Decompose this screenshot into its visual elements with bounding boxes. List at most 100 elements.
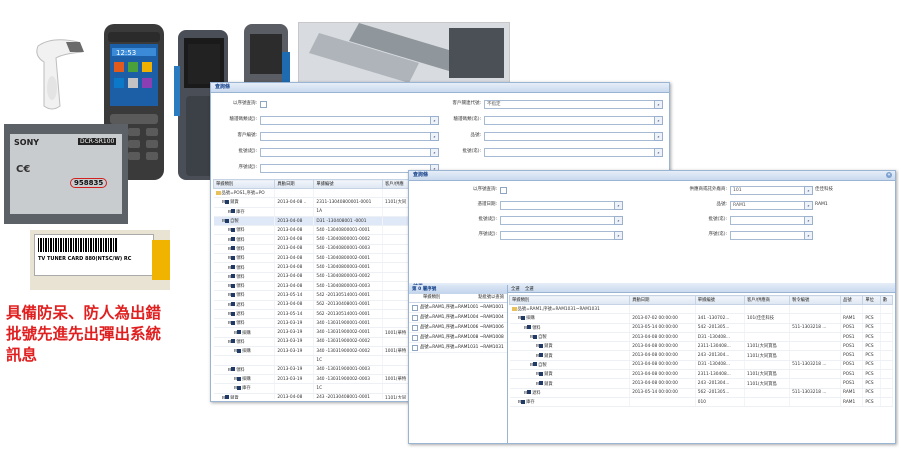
serial-range-label: 品號=RAM1,序號=RAM1001 ~RAM1001 [420, 305, 504, 310]
select-all-tab[interactable]: 全選 [511, 287, 520, 292]
table-row[interactable]: ⊟ 退料 2013-04-08 562 -20130408001-0001 [213, 300, 413, 310]
table-row[interactable]: ⊟ 採購 2013-03-19 340 -13031900002-0002 1001(華… [213, 346, 413, 357]
column-header[interactable]: 異動日期 [274, 179, 315, 189]
tree-node-label: 品號=RAM1,序號=RAM1031~RAM1031 [517, 307, 600, 313]
list-item[interactable]: 品號=RAM1,序號=RAM1006 ~RAM1006 [409, 323, 507, 333]
lookup-icon[interactable]: ⌕ [614, 216, 623, 225]
column-header[interactable]: 單據類別 [509, 295, 631, 305]
form-input[interactable]: 101 [730, 186, 806, 195]
row-checkbox[interactable] [412, 325, 418, 331]
serial-range-label: 品號=RAM1,序號=RAM1006 ~RAM1006 [420, 325, 504, 330]
form-input[interactable]: RAM1 [730, 201, 806, 210]
tree-node-label: 銷貨 [544, 353, 553, 359]
cell-item: POS1 [840, 350, 864, 361]
table-row[interactable]: ⊟ 銷貨 2013-04-08 243 -20130408001-0001 1101(大… [213, 393, 413, 399]
form-input[interactable] [484, 132, 656, 141]
form-input[interactable] [484, 148, 656, 157]
list-item[interactable]: 品號=RAM1,序號=RAM1004 ~RAM1004 [409, 313, 507, 323]
table-row[interactable]: ⊟ 領料 2013-04-08 540 -13040800003-0002 [213, 272, 413, 282]
list-item[interactable]: 品號=RAM1,序號=RAM1031 ~RAM1031 [409, 343, 507, 353]
column-header[interactable]: 單據編號 [313, 179, 383, 189]
row-checkbox[interactable] [412, 305, 418, 311]
document-icon [237, 348, 242, 353]
table-row[interactable]: ⊟ 領料 2013-05-14 542 -20130514001-0001 [213, 290, 413, 301]
list-item[interactable]: 品號=RAM1,序號=RAM1001 ~RAM1001 [409, 303, 507, 313]
lookup-icon[interactable]: ⌕ [804, 231, 813, 240]
table-row[interactable]: ⊟ 領料 2013-04-08 540 -13040800003-0001 [213, 262, 413, 273]
table-row[interactable]: 品號=RAM1,序號=RAM1031~RAM1031 [509, 304, 893, 315]
serial-query-checkbox[interactable] [260, 101, 267, 108]
list-item[interactable]: 品號=RAM1,序號=RAM1008 ~RAM1008 [409, 333, 507, 343]
row-checkbox[interactable] [412, 345, 418, 351]
document-icon [231, 265, 236, 270]
table-row[interactable]: ⊟ 領料 2013-04-08 540 -13040800001-0003 [213, 244, 413, 255]
table-row[interactable]: ⊟ 銷貨 2013-04-08 00:00:00 2311-130408... 1101… [509, 341, 893, 352]
document-icon [231, 311, 236, 316]
lookup-icon[interactable]: ⌕ [654, 116, 663, 125]
cell-unit: PCS [862, 332, 881, 343]
table-row[interactable]: 品號=POS1,序號=PO [213, 188, 413, 199]
lookup-icon[interactable]: ⌕ [654, 132, 663, 141]
form-input[interactable] [500, 201, 616, 210]
column-header[interactable]: 異動日期 [629, 295, 696, 305]
table-row[interactable]: ⊟ 領料 2013-04-08 540 -13040800001-0002 [213, 234, 413, 245]
column-header[interactable]: 單據類別 [213, 179, 276, 189]
table-row[interactable]: ⊟ 銷貨 2013-04-08 00:00:00 2311-130408... 1101… [509, 369, 893, 380]
form-input[interactable] [260, 164, 432, 173]
form-input[interactable] [500, 231, 616, 240]
table-row[interactable]: ⊟ 領料 2013-04-08 540 -13040800002-0001 [213, 253, 413, 264]
form-input[interactable] [260, 148, 432, 157]
table-row[interactable]: ⊟ 自製 2013-04-08 00:00:00 D31 -130408... 511-… [509, 360, 893, 371]
column-header[interactable]: 數 [879, 295, 893, 305]
form-input[interactable] [484, 116, 656, 125]
table-row[interactable]: ⊟ 領料 2013-05-14 00:00:00 542 -201305... 511-… [509, 323, 893, 333]
table-row[interactable]: ⊟ 採購 2013-03-19 340 -13031900002-0001 1001(華… [213, 327, 413, 338]
table-row[interactable]: ⊟ 庫存 010 RAM1 PCS [509, 397, 893, 408]
lookup-icon[interactable]: ⌕ [654, 100, 663, 109]
table-row[interactable]: ⊟ 領料 2013-04-08 540 -13040800003-0003 [213, 281, 413, 292]
row-checkbox[interactable] [412, 315, 418, 321]
table-row[interactable]: ⊟ 庫存 1A [213, 207, 413, 217]
collapse-icon[interactable]: « [886, 172, 892, 178]
serial-query-checkbox[interactable] [500, 187, 507, 194]
table-row[interactable]: ⊟ 庫存 1C [213, 383, 413, 394]
table-row[interactable]: ⊟ 領料 2013-03-19 340 -13031900002-0002 [213, 337, 413, 348]
lookup-icon[interactable]: ⌕ [804, 186, 813, 195]
table-row[interactable]: ⊟ 採購 2013-07-02 00:00:00 341 -130702... 101(… [509, 313, 893, 324]
table-row[interactable]: ⊟ 自製 2013-04-08 D31 -130408001 -0001 [213, 216, 413, 227]
table-row[interactable]: ⊟ 自製 2013-04-08 00:00:00 D31 -130408... POS1… [509, 332, 893, 343]
lookup-icon[interactable]: ⌕ [804, 201, 813, 210]
select-all-tab-2[interactable]: 全選 [525, 287, 534, 292]
table-row[interactable]: ⊟ 領料 2013-04-08 540 -13040800001-0001 [213, 225, 413, 236]
lookup-icon[interactable]: ⌕ [804, 216, 813, 225]
table-row[interactable]: ⊟ 退料 2013-05-14 562 -20130514001-0001 [213, 309, 413, 320]
form-input[interactable] [730, 216, 806, 225]
tree-node-label: 自製 [538, 335, 547, 341]
form-input[interactable]: 不指定 [484, 100, 656, 109]
table-row[interactable]: ⊟ 領料 2013-03-19 340 -13031900001-0001 [213, 318, 413, 329]
row-checkbox[interactable] [412, 335, 418, 341]
column-header[interactable]: 品號 [840, 295, 864, 305]
column-header[interactable]: 單據編號 [694, 295, 746, 305]
table-row[interactable]: ⊟ 領料 2013-03-19 340 -13031900001-0003 [213, 365, 413, 375]
column-header[interactable]: 製令編號 [789, 295, 842, 305]
table-row[interactable]: ⊟ 銷貨 2013-04-08 00:00:00 243 -201304... 1101… [509, 378, 893, 389]
form-input[interactable] [260, 132, 432, 141]
lookup-icon[interactable]: ⌕ [614, 231, 623, 240]
column-header[interactable]: 單位 [862, 295, 881, 305]
document-icon [231, 339, 236, 344]
lookup-icon[interactable]: ⌕ [614, 201, 623, 210]
lookup-icon[interactable]: ⌕ [654, 148, 663, 157]
table-row[interactable]: ⊟ 採購 2013-03-19 340 -13031900002-0003 1001(華… [213, 374, 413, 385]
cell-date: 2013-05-14 00:00:00 [629, 388, 696, 398]
table-row[interactable]: ⊟ 退料 2013-05-14 00:00:00 562 -201305... 511-… [509, 388, 893, 398]
tree-node-label: 自製 [538, 362, 547, 368]
table-row[interactable]: 1C [213, 355, 413, 366]
form-input[interactable] [500, 216, 616, 225]
table-row[interactable]: ⊟ 銷貨 2013-04-08 .. 2311-13040800001-0001 110… [213, 197, 413, 208]
form-input[interactable] [260, 116, 432, 125]
table-row[interactable]: ⊟ 銷貨 2013-04-08 00:00:00 243 -201304... 1101… [509, 350, 893, 361]
cell-item: POS1 [840, 369, 864, 380]
form-input[interactable] [730, 231, 806, 240]
column-header[interactable]: 客戶/供應商 [743, 295, 791, 305]
